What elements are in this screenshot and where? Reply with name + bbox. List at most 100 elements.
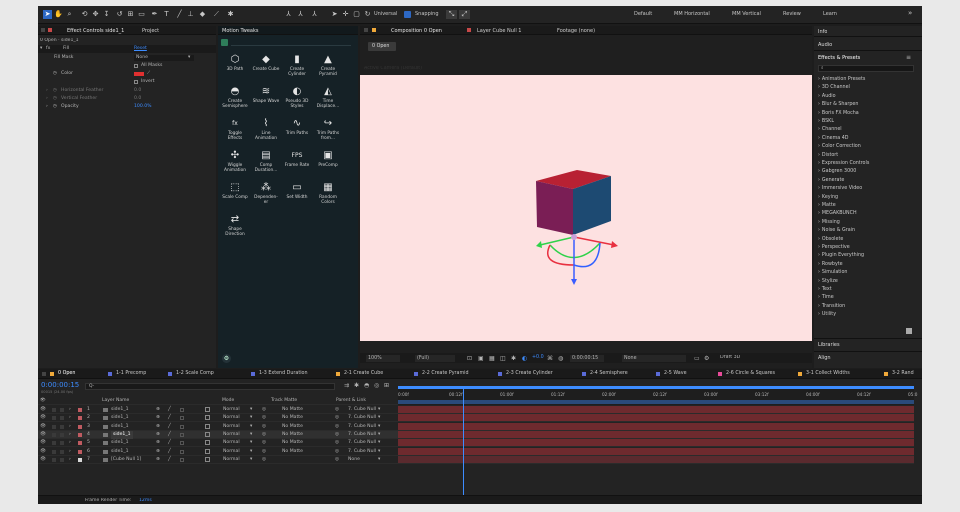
puppet-tool-icon[interactable]: ✱ [226, 10, 235, 19]
motion-tweak-20[interactable]: ⇄ Shape Direction [221, 214, 249, 237]
snapshot-icon[interactable]: ⌘ [547, 355, 553, 362]
grid-icon[interactable]: ⊡ [467, 355, 472, 362]
fill-mask-dropdown[interactable]: None [134, 55, 194, 61]
playhead[interactable] [462, 386, 464, 504]
opacity-value[interactable]: 100.0% [134, 103, 152, 111]
exposure-icon[interactable]: ◐ [522, 355, 527, 362]
horizontal-feather-value[interactable]: 0.0 [134, 87, 141, 95]
effect-category[interactable]: › Gabgren 3000 [818, 169, 856, 174]
stopwatch-icon[interactable]: ◷ [53, 87, 57, 95]
renderer-icon[interactable]: ⚙ [704, 355, 709, 362]
motion-tweak-10[interactable]: ∿ Trim Paths [283, 118, 311, 136]
selection-tool-icon[interactable]: ➤ [43, 10, 52, 19]
axis-view-icon[interactable]: ⅄ [310, 10, 319, 19]
expand-icon[interactable]: ▾ [40, 45, 42, 53]
more-workspaces-icon[interactable]: » [908, 9, 912, 17]
effect-category[interactable]: › Animation Presets [818, 77, 865, 82]
motion-tweak-9[interactable]: ⌇ Line Animation [252, 118, 280, 141]
tab-layer[interactable]: Layer Cube Null 1 [477, 28, 522, 34]
universal-scale-icon[interactable]: ▢ [352, 10, 361, 19]
effect-category[interactable]: › Blur & Sharpen [818, 102, 858, 107]
all-masks-checkbox[interactable] [134, 64, 138, 68]
motion-tweak-19[interactable]: ▦ Random Colors [314, 182, 342, 205]
effect-category[interactable]: › Obsolete [818, 237, 843, 242]
motion-tweak-16[interactable]: ⬚ Scale Comp [221, 182, 249, 200]
cube-3d-canvas[interactable] [360, 75, 812, 341]
cube-object[interactable] [536, 170, 611, 235]
stopwatch-icon[interactable]: ◷ [53, 95, 57, 103]
effect-category[interactable]: › Perspective [818, 245, 850, 250]
invert-checkbox[interactable] [134, 80, 138, 84]
effect-category[interactable]: › Boris FX Mocha [818, 111, 859, 116]
eyedropper-icon[interactable]: ⟋ [147, 70, 150, 78]
motion-tweak-4[interactable]: ◓ Create Semisphere [221, 86, 249, 109]
effect-category[interactable]: › Missing [818, 220, 840, 225]
rotate-tool-icon[interactable]: ↺ [115, 10, 124, 19]
effect-category[interactable]: › Plugin Everything [818, 253, 864, 258]
dolly-tool-icon[interactable]: ↧ [102, 10, 111, 19]
universal-rotate-icon[interactable]: ↻ [363, 10, 372, 19]
stopwatch-icon[interactable]: ◷ [53, 103, 57, 111]
effect-category[interactable]: › MEGAKBUNCH [818, 211, 857, 216]
roto-brush-icon[interactable]: ⟋ [212, 10, 221, 19]
anchor-tool-icon[interactable]: ⊞ [126, 10, 135, 19]
rectangle-tool-icon[interactable]: ▭ [137, 10, 146, 19]
zoom-tool-icon[interactable]: ⌕ [65, 10, 74, 19]
magnification-dropdown[interactable]: 100% [366, 355, 400, 362]
menu-icon[interactable] [364, 28, 368, 32]
workspace-review[interactable]: Review [783, 11, 801, 17]
workspace-learn[interactable]: Learn [823, 11, 837, 17]
transform-gizmo[interactable] [536, 234, 618, 285]
effect-category[interactable]: › Color Correction [818, 144, 861, 149]
cube-left-face[interactable] [536, 181, 573, 235]
pan-tool-icon[interactable]: ✥ [91, 10, 100, 19]
effect-category[interactable]: › Distort [818, 153, 838, 158]
snap-features-icon[interactable]: ⤢ [459, 10, 470, 19]
effect-category[interactable]: › Immersive Video [818, 186, 862, 191]
effect-category[interactable]: › Matte [818, 203, 836, 208]
layer-track-bar[interactable] [398, 406, 914, 414]
motion-tweak-1[interactable]: ◆ Create Cube [252, 54, 280, 72]
resolution-dropdown[interactable]: (Full) [415, 355, 455, 362]
new-folder-icon[interactable] [906, 328, 912, 334]
settings-icon[interactable]: ⚙ [222, 354, 231, 363]
camera-view-dropdown[interactable]: None [622, 355, 686, 362]
current-time-field[interactable]: 0:00:00:15 [570, 355, 604, 362]
motion-tweak-0[interactable]: ⬡ 3D Path [221, 54, 249, 72]
menu-icon[interactable] [41, 28, 45, 32]
tab-project[interactable]: Project [142, 28, 159, 34]
motion-tweak-17[interactable]: ⁂ Dependen-er [252, 182, 280, 205]
snapping-label[interactable]: Snapping [415, 11, 439, 17]
effect-category[interactable]: › Utility [818, 312, 836, 317]
color-swatch[interactable] [134, 72, 144, 76]
orbit-tool-icon[interactable]: ⟲ [80, 10, 89, 19]
tab-composition[interactable]: Composition 0 Open [391, 28, 442, 34]
motion-tweak-14[interactable]: FPS Frame Rate [283, 150, 311, 168]
effect-category[interactable]: › Simulation [818, 270, 847, 275]
layer-track-bar[interactable] [398, 439, 914, 448]
expand-icon[interactable]: › [46, 103, 48, 111]
snap-edges-icon[interactable]: ⤡ [446, 10, 457, 19]
effect-category[interactable]: › Keying [818, 195, 838, 200]
type-tool-icon[interactable]: T [162, 10, 171, 19]
workspace-mm-horizontal[interactable]: MM Horizontal [674, 11, 710, 17]
motion-tweak-11[interactable]: ↪ Trim Paths from... [314, 118, 342, 141]
motion-tweak-18[interactable]: ▭ Set Width [283, 182, 311, 200]
vertical-feather-value[interactable]: 0.0 [134, 95, 141, 103]
reset-link[interactable]: Reset [134, 45, 147, 53]
view-layout-icon[interactable]: ▭ [694, 355, 700, 362]
align-tab[interactable]: Align [818, 355, 831, 361]
effect-category[interactable]: › Stylize [818, 279, 838, 284]
effect-category[interactable]: › Transition [818, 304, 845, 309]
tab-footage[interactable]: Footage (none) [557, 28, 595, 34]
motion-tweak-8[interactable]: fx Toggle Effects [221, 118, 249, 141]
libraries-tab[interactable]: Libraries [818, 342, 840, 348]
composition-viewer[interactable]: Active Camera (Default) [360, 66, 812, 341]
stopwatch-icon[interactable]: ◷ [53, 70, 57, 78]
motion-tweak-6[interactable]: ◐ Pseudo 3D Styles [283, 86, 311, 109]
axis-world-icon[interactable]: ⅄ [296, 10, 305, 19]
layer-track-bar[interactable] [398, 447, 914, 456]
tab-effect-controls[interactable]: Effect Controls side1_1 [67, 28, 124, 34]
universal-select-icon[interactable]: ➤ [330, 10, 339, 19]
axis-local-icon[interactable]: ⅄ [284, 10, 293, 19]
